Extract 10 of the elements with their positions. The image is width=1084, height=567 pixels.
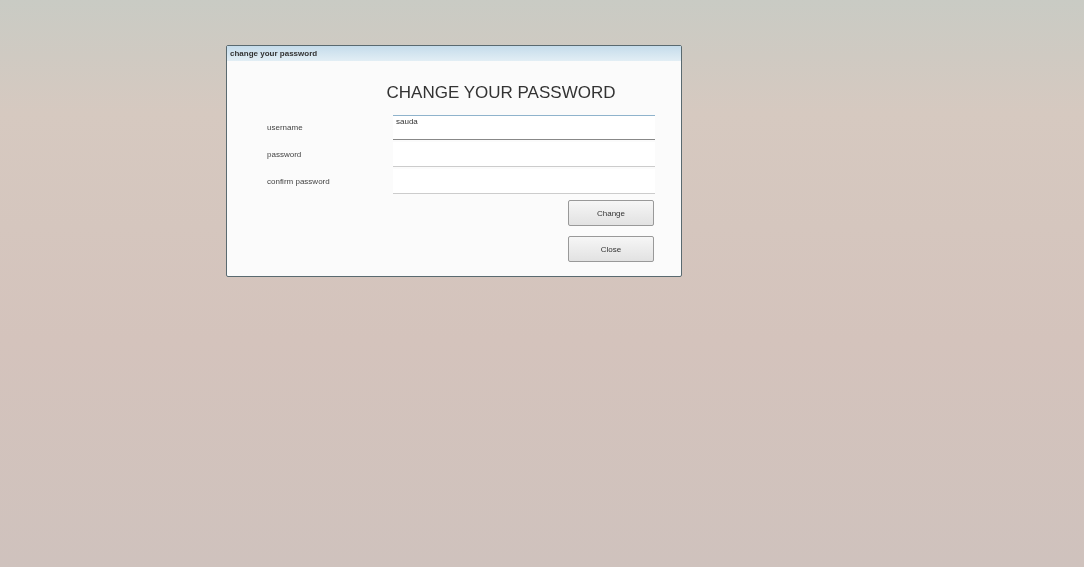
field-label: password xyxy=(267,150,303,159)
window-title: change your password xyxy=(230,49,318,58)
dialog-button[interactable]: Change xyxy=(568,200,654,226)
field-label: confirm password xyxy=(267,177,331,186)
input-field[interactable]: sauda xyxy=(393,115,655,140)
field-label: username xyxy=(267,123,304,132)
dialog-button[interactable]: Close xyxy=(568,236,654,262)
input-field[interactable] xyxy=(393,169,655,194)
dialog-heading: CHANGE YOUR PASSWORD xyxy=(385,83,617,103)
input-field[interactable] xyxy=(393,142,655,167)
